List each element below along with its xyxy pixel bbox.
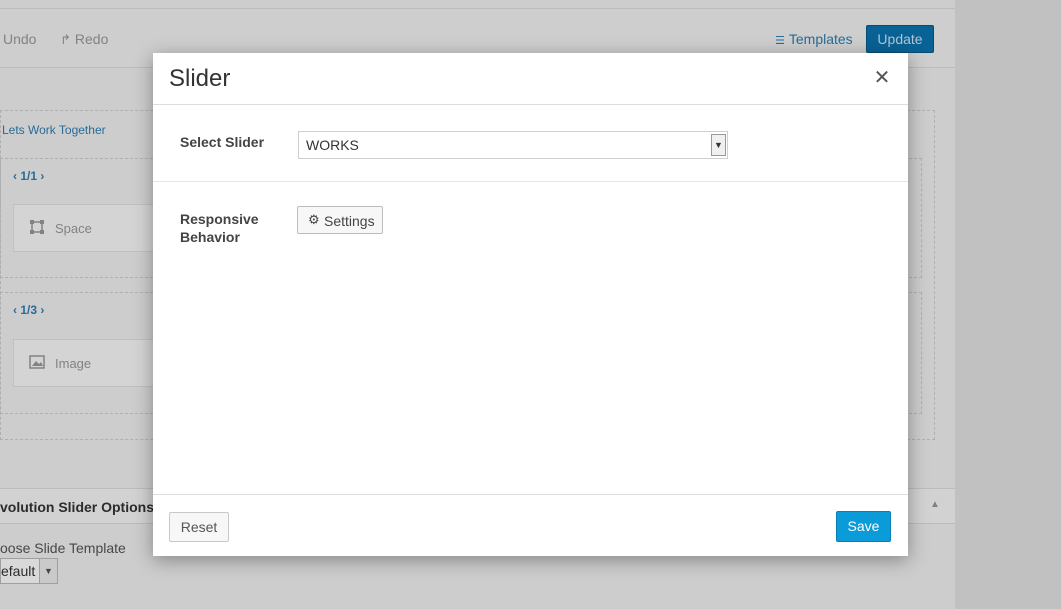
gear-icon: ⚙ [308, 212, 320, 227]
select-value: WORKS [306, 137, 359, 153]
settings-label: Settings [324, 213, 375, 229]
select-slider-label: Select Slider [180, 134, 265, 150]
chevron-down-icon: ▼ [711, 134, 726, 156]
modal-title: Slider [169, 65, 231, 92]
slider-modal: Slider ✕ Select Slider WORKS ▼ Responsiv… [153, 53, 908, 556]
modal-header: Slider ✕ [153, 53, 908, 105]
save-button[interactable]: Save [836, 511, 891, 542]
reset-button[interactable]: Reset [169, 512, 229, 542]
settings-button[interactable]: ⚙ Settings [297, 206, 383, 234]
label-line-2: Behavior [180, 229, 240, 245]
responsive-behavior-label: Responsive Behavior [180, 210, 259, 246]
close-icon[interactable]: ✕ [872, 67, 892, 89]
select-slider-dropdown[interactable]: WORKS ▼ [298, 131, 728, 159]
label-line-1: Responsive [180, 211, 259, 227]
modal-footer: Reset Save [153, 494, 908, 556]
